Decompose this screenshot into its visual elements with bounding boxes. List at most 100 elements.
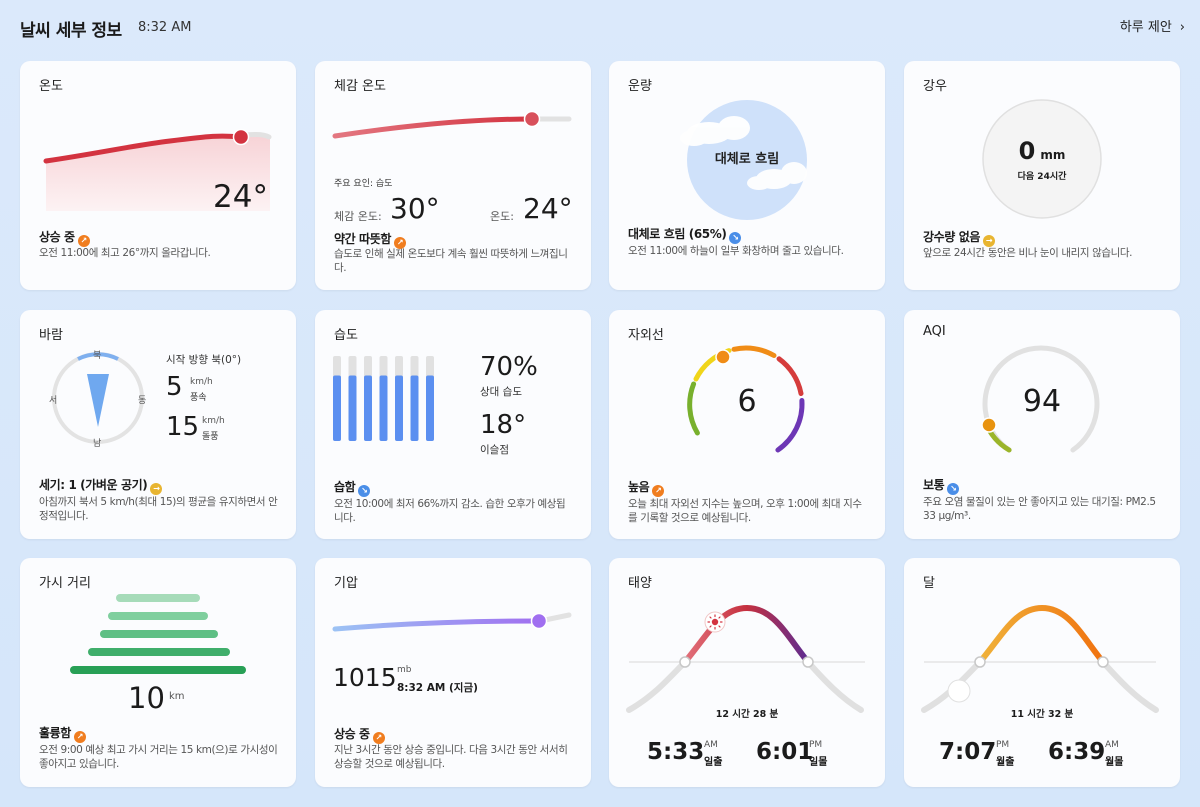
status-text: 상승 중	[334, 727, 370, 741]
humidity-bar-fill	[333, 375, 341, 441]
card-description: 오전 9:00 예상 최고 가시 거리는 15 km(으)로 가시성이 좋아지고…	[39, 744, 278, 770]
moon-card[interactable]: 달 11 시간 32 분 7:07 PM 월출 6:39 AM 월몰	[904, 558, 1180, 787]
daily-suggestion-link[interactable]: 하루 제안 ›	[1120, 16, 1185, 35]
card-description: 오전 11:00에 최고 26°까지 올라갑니다.	[39, 247, 211, 259]
compass-west: 서	[49, 396, 58, 406]
compass-north: 북	[93, 351, 102, 361]
humidity-card[interactable]: 습도 70% 상대 습도 18° 이슬점 습함 ↘ 오전 10:00에 최저 66…	[315, 310, 591, 539]
pressure-unit: mb	[397, 665, 412, 675]
status-line: 대체로 흐림 (65%) ↘	[628, 225, 742, 244]
wind-direction: 시작 방향 북(0°)	[166, 354, 242, 366]
humidity-bar-fill	[395, 375, 403, 441]
uv-card[interactable]: 자외선 6 높음 ↗ 오늘 최대 자외선 지수는 높으며, 오후 1:00에 최대…	[609, 310, 885, 539]
card-description: 오전 10:00에 최저 66%까지 감소. 습한 오후가 예상됩니다.	[334, 498, 566, 524]
visibility-unit: km	[169, 691, 185, 702]
pressure-card[interactable]: 기압 1015 mb 8:32 AM (지금) 상승 중 ↗ 지난 3시간 동안 …	[315, 558, 591, 787]
daylight-duration: 12 시간 28 분	[715, 709, 779, 720]
status-line: 훌륭함 ↗	[39, 724, 86, 743]
header-time: 8:32 AM	[138, 20, 192, 35]
temp-label: 온도:	[490, 210, 514, 223]
humidity-bar-fill	[348, 375, 357, 441]
uv-value: 6	[737, 384, 757, 419]
status-text: 강수량 없음	[923, 230, 980, 244]
status-line: 세기: 1 (가벼운 공기) →	[39, 476, 163, 495]
dew-point-label: 이슬점	[480, 444, 509, 456]
pressure-value: 1015	[333, 663, 397, 692]
precipitation-card[interactable]: 강우 0 mm 다음 24시간 강수량 없음 → 앞으로 24시간 동안은 비나 …	[904, 61, 1180, 290]
moonrise-ampm: PM	[996, 740, 1010, 750]
sunrise-time: 5:33	[647, 739, 705, 765]
status-line: 상승 중 ↗	[334, 725, 385, 744]
trend-down-icon: ↘	[729, 232, 742, 244]
feels-like-value: 30°	[390, 192, 440, 225]
moonrise-time: 7:07	[939, 739, 997, 765]
trend-up-icon: ↗	[73, 731, 86, 743]
trend-down-icon: ↘	[358, 485, 371, 497]
cloud-center-label: 대체로 흐림	[714, 152, 780, 167]
card-description: 오늘 최대 자외선 지수는 높으며, 오후 1:00에 최대 지수를 기록할 것…	[628, 498, 862, 524]
wind-speed: 5	[166, 372, 183, 402]
trend-up-icon: ↗	[652, 485, 665, 497]
temperature-value: 24°	[213, 179, 268, 215]
status-text: 상승 중	[39, 230, 75, 244]
chevron-right-icon: ›	[1179, 20, 1185, 35]
status-text: 습함	[334, 480, 356, 494]
compass-south: 남	[93, 439, 102, 449]
status-line: 습함 ↘	[334, 478, 371, 497]
compass-east: 동	[138, 396, 147, 406]
sunrise-label: 일출	[704, 757, 723, 768]
feels-like-card[interactable]: 체감 온도 주요 요인: 습도 체감 온도: 30° 온도: 24° 약간 따뜻…	[315, 61, 591, 290]
wind-gust-label: 돌풍	[202, 432, 219, 442]
wind-card[interactable]: 바람 북 남 동 서 시작 방향 북(0°) 5 km/h 풍속 15 km/h…	[20, 310, 296, 539]
dew-point-value: 18°	[480, 410, 527, 440]
aqi-card[interactable]: AQI 94 보통 ↘ 주요 오염 물질이 있는 안 좋아지고 있는 대기질: P…	[904, 310, 1180, 539]
status-text: 세기: 1 (가벼운 공기)	[39, 478, 148, 492]
card-description: 주요 오염 물질이 있는 안 좋아지고 있는 대기질: PM2.5 33 μg/…	[923, 496, 1156, 522]
humidity-bar-fill	[364, 375, 372, 441]
daily-suggestion-label: 하루 제안	[1119, 20, 1172, 35]
humidity-bar-fill	[410, 375, 419, 441]
wind-speed-unit: km/h	[190, 377, 213, 387]
page-title: 날씨 세부 정보	[20, 21, 122, 41]
status-line: 보통 ↘	[923, 476, 960, 495]
status-text: 높음	[628, 480, 650, 494]
humidity-bar-fill	[426, 375, 434, 441]
card-description: 앞으로 24시간 동안은 비나 눈이 내리지 않습니다.	[923, 247, 1133, 259]
card-description: 습도로 인해 실제 온도보다 계속 훨씬 따뜻하게 느껴집니다.	[334, 248, 568, 274]
card-description: 아침까지 북서 5 km/h(최대 15)의 평균을 유지하면서 안정적입니다.	[39, 496, 278, 522]
status-text: 훌륭함	[39, 726, 71, 740]
trend-down-icon: ↘	[947, 483, 960, 495]
precip-unit: mm	[1040, 148, 1066, 162]
header: 날씨 세부 정보 8:32 AM 하루 제안 ›	[20, 12, 1185, 42]
visibility-value: 10	[128, 681, 165, 715]
status-text: 보통	[923, 478, 945, 492]
precip-amount: 0 mm	[904, 137, 1180, 165]
temperature-card[interactable]: 온도 24° 상승 중 ↗ 오전 11:00에 최고 26°까지 올라갑니다.	[20, 61, 296, 290]
main-factor: 주요 요인: 습도	[334, 179, 393, 189]
status-line: 상승 중 ↗	[39, 228, 90, 247]
moonset-label: 월몰	[1105, 757, 1124, 768]
cloud-cover-card[interactable]: 운량 대체로 흐림 대체로 흐림 (65%) ↘ 오전 11:00에 하늘이 일부…	[609, 61, 885, 290]
temp-value: 24°	[523, 192, 573, 225]
wind-gust: 15	[166, 412, 200, 442]
sun-card[interactable]: 태양 12 시간 28 분 5:33 AM 일출 6:01 PM 일몰	[609, 558, 885, 787]
sunrise-ampm: AM	[704, 740, 718, 750]
moon-duration: 11 시간 32 분	[1010, 709, 1074, 720]
sunset-time: 6:01	[756, 739, 814, 765]
sunset-label: 일몰	[809, 757, 828, 768]
pressure-time: 8:32 AM (지금)	[397, 682, 478, 694]
visibility-card[interactable]: 가시 거리 10 km 훌륭함 ↗ 오전 9:00 예상 최고 가시 거리는 15…	[20, 558, 296, 787]
humidity-value: 70%	[480, 352, 538, 382]
status-line: 강수량 없음 →	[923, 228, 995, 247]
sunset-ampm: PM	[809, 740, 823, 750]
precip-window: 다음 24시간	[1017, 172, 1067, 182]
card-description: 지난 3시간 동안 상승 중입니다. 다음 3시간 동안 서서히 상승할 것으로…	[334, 744, 568, 770]
aqi-value: 94	[1022, 384, 1062, 419]
status-line: 높음 ↗	[628, 478, 665, 497]
card-description: 오전 11:00에 하늘이 일부 화창하며 줄고 있습니다.	[628, 245, 844, 257]
humidity-value-label: 상대 습도	[480, 386, 522, 398]
wind-gust-unit: km/h	[202, 416, 225, 426]
status-text: 약간 따뜻함	[334, 232, 391, 246]
moonrise-label: 월출	[996, 757, 1015, 768]
precip-value: 0	[1018, 137, 1036, 165]
